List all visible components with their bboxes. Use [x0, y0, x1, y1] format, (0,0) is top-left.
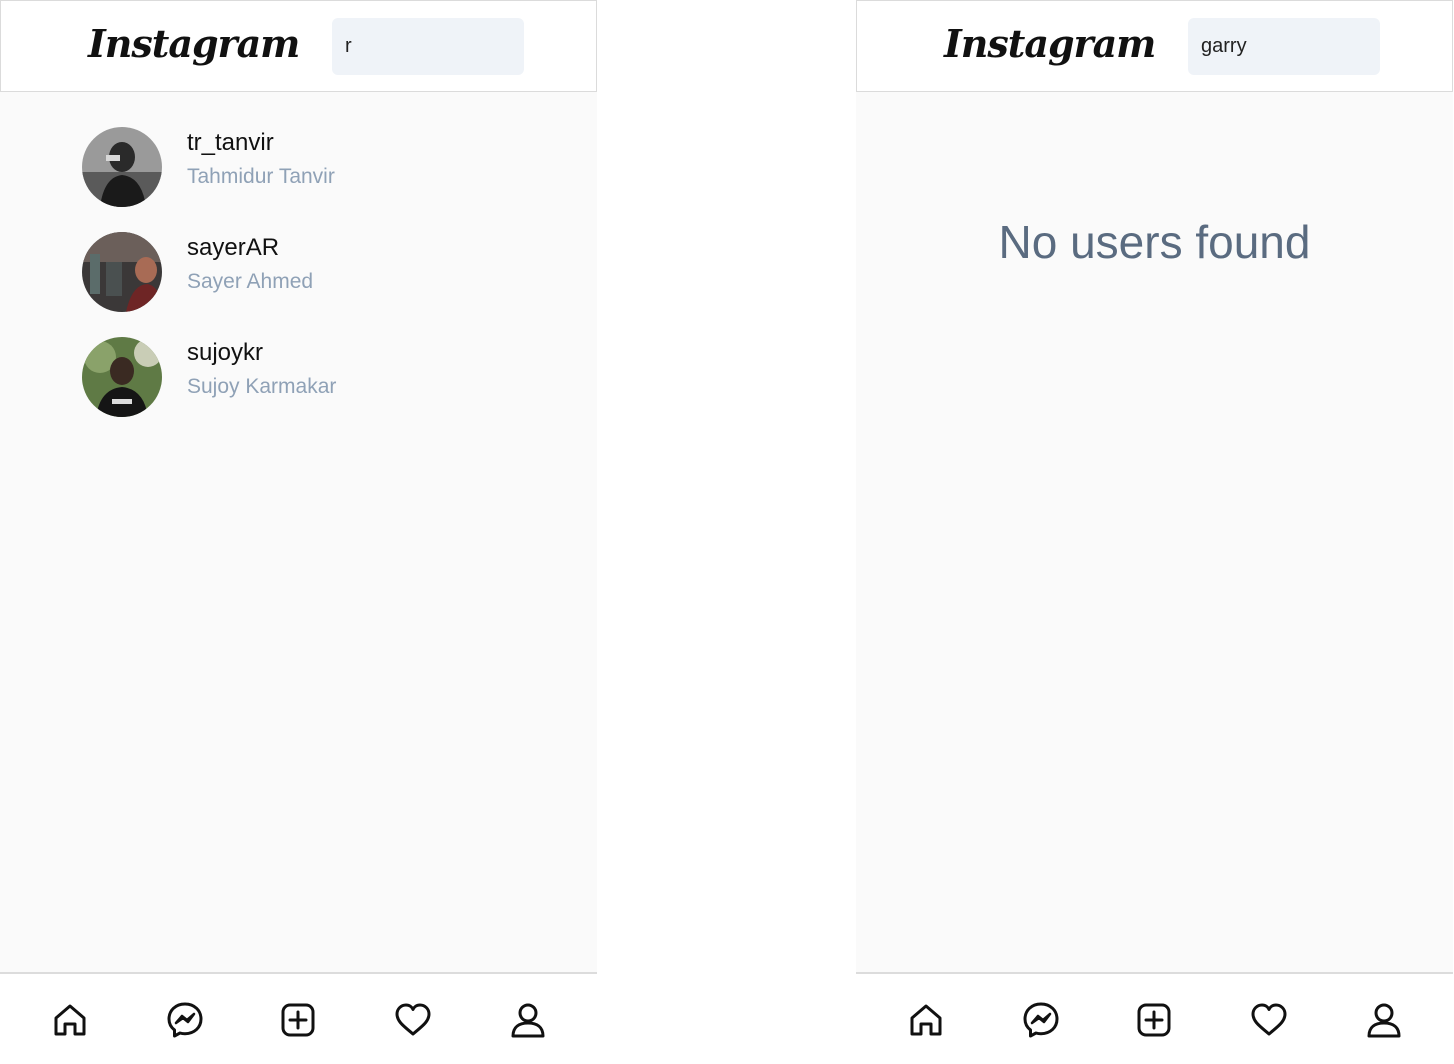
- bottom-navigation: [856, 972, 1453, 1064]
- home-icon[interactable]: [904, 998, 948, 1042]
- top-bar: Instagram: [856, 0, 1453, 92]
- username[interactable]: sayerAR: [187, 234, 279, 262]
- user-result-row[interactable]: sayerAR Sayer Ahmed: [82, 232, 562, 314]
- messenger-icon[interactable]: [1019, 998, 1063, 1042]
- search-input[interactable]: [1188, 18, 1380, 75]
- new-post-icon[interactable]: [1132, 998, 1176, 1042]
- home-icon[interactable]: [48, 998, 92, 1042]
- empty-state-message: No users found: [998, 216, 1311, 268]
- instagram-logo[interactable]: Instagram: [88, 15, 300, 73]
- messenger-icon[interactable]: [163, 998, 207, 1042]
- avatar[interactable]: [82, 232, 162, 312]
- heart-icon[interactable]: [1247, 998, 1291, 1042]
- full-name: Sayer Ahmed: [187, 270, 314, 293]
- username[interactable]: sujoykr: [187, 339, 263, 367]
- search-screen-with-results: Instagram tr_tanvir Tahmidur Tanvir: [0, 0, 597, 1064]
- new-post-icon[interactable]: [276, 998, 320, 1042]
- profile-icon[interactable]: [506, 998, 550, 1042]
- user-result-row[interactable]: tr_tanvir Tahmidur Tanvir: [82, 127, 562, 209]
- profile-icon[interactable]: [1362, 998, 1406, 1042]
- user-result-row[interactable]: sujoykr Sujoy Karmakar: [82, 337, 562, 419]
- heart-icon[interactable]: [391, 998, 435, 1042]
- search-screen-no-results: Instagram No users found: [856, 0, 1453, 1064]
- avatar[interactable]: [82, 127, 162, 207]
- username[interactable]: tr_tanvir: [187, 129, 274, 157]
- avatar[interactable]: [82, 337, 162, 417]
- search-input[interactable]: [332, 18, 524, 75]
- top-bar: Instagram: [0, 0, 597, 92]
- full-name: Tahmidur Tanvir: [187, 165, 335, 188]
- instagram-logo[interactable]: Instagram: [944, 15, 1156, 73]
- full-name: Sujoy Karmakar: [187, 375, 337, 398]
- bottom-navigation: [0, 972, 597, 1064]
